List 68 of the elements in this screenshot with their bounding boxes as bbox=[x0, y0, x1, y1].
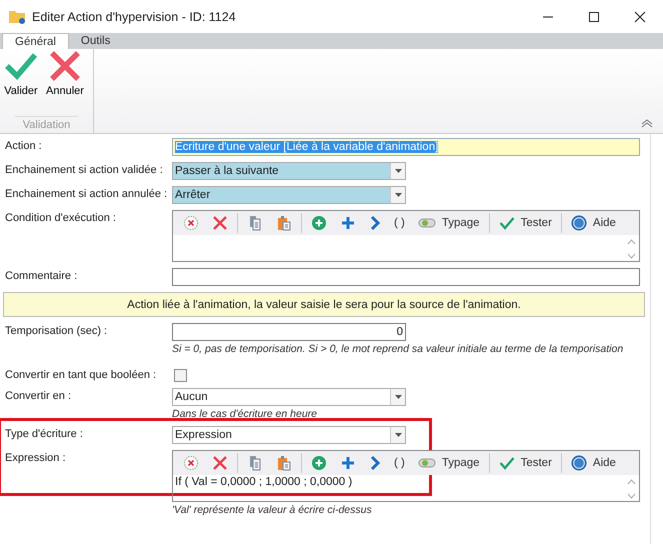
field-label: Type d'écriture : bbox=[5, 427, 84, 442]
field-label: Commentaire : bbox=[5, 269, 78, 284]
window-title: Editer Action d'hypervision - ID: 1124 bbox=[32, 10, 236, 24]
ribbon-tab[interactable]: Général bbox=[2, 33, 69, 50]
scroll-arrows-icon bbox=[627, 478, 636, 500]
chevron-right-icon bbox=[369, 455, 381, 471]
field-label: Action : bbox=[5, 139, 43, 154]
field-label: Enchainement si action validée : bbox=[5, 163, 164, 178]
maximize-icon bbox=[588, 10, 600, 22]
help-icon bbox=[570, 455, 587, 471]
field-label: Condition d'exécution : bbox=[5, 211, 117, 226]
number-field[interactable]: 0 bbox=[172, 323, 406, 341]
dropdown[interactable]: Aucun bbox=[172, 388, 406, 406]
paste-icon bbox=[276, 455, 292, 471]
toggle-icon bbox=[418, 217, 436, 229]
clear-icon bbox=[183, 215, 199, 231]
tester-button[interactable]: Tester bbox=[492, 452, 558, 474]
cancel-button[interactable]: Annuler bbox=[46, 51, 84, 97]
hint-text: Dans le cas d'écriture en heure bbox=[172, 408, 318, 420]
plus-icon bbox=[340, 215, 356, 231]
dropdown[interactable]: Passer à la suivante bbox=[172, 162, 406, 180]
expression-text: If ( Val = 0,0000 ; 1,0000 ; 0,0000 ) bbox=[174, 475, 354, 490]
paste-icon bbox=[276, 215, 292, 231]
check-icon bbox=[498, 216, 515, 230]
dropdown-arrow-icon bbox=[394, 169, 402, 173]
group-label: Validation bbox=[14, 116, 78, 131]
copy-icon bbox=[247, 215, 263, 231]
delete-icon bbox=[212, 455, 228, 471]
typage-button[interactable]: Typage bbox=[412, 212, 486, 234]
expression-editor[interactable]: ( ) Typage Tester Aide bbox=[172, 210, 640, 262]
field-label: Convertir en : bbox=[5, 389, 72, 404]
help-icon bbox=[570, 215, 587, 231]
validate-button[interactable]: Valider bbox=[2, 51, 40, 97]
toggle-icon bbox=[418, 457, 436, 469]
hint-text: Si = 0, pas de temporisation. Si > 0, le mot reprend sa valeur initiale au terme de la temporisation bbox=[172, 343, 624, 355]
clear-icon bbox=[183, 455, 199, 471]
hint-text: 'Val' représente la valeur à écrire ci-dessus bbox=[172, 504, 373, 516]
delete-icon bbox=[212, 215, 228, 231]
field-label: Expression : bbox=[5, 451, 67, 466]
dropdown-arrow-icon bbox=[394, 395, 402, 399]
parentheses-button[interactable]: ( ) bbox=[388, 452, 411, 474]
add-icon bbox=[311, 455, 327, 471]
add-icon bbox=[311, 215, 327, 231]
dropdown-arrow-icon bbox=[394, 193, 402, 197]
tester-button[interactable]: Tester bbox=[492, 212, 558, 234]
field-label: Convertir en tant que booléen : bbox=[5, 368, 158, 382]
copy-icon bbox=[247, 455, 263, 471]
comment-field[interactable] bbox=[172, 268, 640, 286]
typage-button[interactable]: Typage bbox=[412, 452, 486, 474]
checkbox[interactable] bbox=[174, 369, 187, 382]
collapse-icon[interactable] bbox=[641, 119, 653, 128]
parentheses-button[interactable]: ( ) bbox=[388, 212, 411, 234]
dropdown-arrow-icon bbox=[394, 433, 402, 437]
ribbon-tab[interactable]: Outils bbox=[68, 33, 122, 49]
plus-icon bbox=[340, 455, 356, 471]
close-icon bbox=[634, 10, 646, 22]
aide-button[interactable]: Aide bbox=[564, 212, 622, 234]
expression-editor[interactable]: ( ) Typage Tester Aide If ( Val = 0,0000 ; 1,0000 ; 0,0000 ) bbox=[172, 450, 640, 502]
field-label: Enchainement si action annulée : bbox=[5, 187, 168, 202]
folder-icon bbox=[8, 8, 26, 24]
dropdown[interactable]: Arrêter bbox=[172, 186, 406, 204]
aide-button[interactable]: Aide bbox=[564, 452, 622, 474]
info-banner: Action liée à l'animation, la valeur saisie le sera pour la source de l'animation. bbox=[3, 292, 645, 317]
field-label: Temporisation (sec) : bbox=[5, 324, 108, 339]
scroll-arrows-icon bbox=[627, 238, 636, 260]
dropdown[interactable]: Expression bbox=[172, 426, 406, 444]
check-icon bbox=[498, 456, 515, 470]
chevron-right-icon bbox=[369, 215, 381, 231]
